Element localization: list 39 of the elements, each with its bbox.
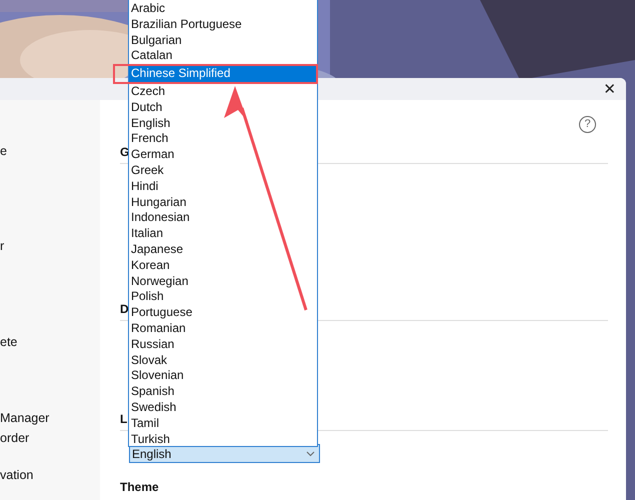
dropdown-option[interactable]: Portuguese <box>129 305 317 321</box>
dropdown-option[interactable]: Slovak <box>129 352 317 368</box>
dropdown-option[interactable]: Slovenian <box>129 368 317 384</box>
sidebar-item[interactable]: r <box>0 238 100 254</box>
dropdown-option[interactable]: Norwegian <box>129 274 317 290</box>
dropdown-option[interactable]: Italian <box>129 226 317 242</box>
dropdown-option[interactable]: Polish <box>129 289 317 306</box>
dropdown-option[interactable]: Hungarian <box>129 194 317 210</box>
dropdown-option[interactable]: Russian <box>129 336 317 353</box>
dropdown-option[interactable]: German <box>129 147 317 163</box>
chevron-icon <box>306 450 315 456</box>
section-title: L <box>120 412 128 426</box>
dropdown-option[interactable]: Dutch <box>129 100 317 116</box>
sidebar-item[interactable]: vation <box>0 467 100 483</box>
dropdown-option[interactable]: Spanish <box>129 384 317 400</box>
dropdown-option[interactable]: Czech <box>129 84 317 100</box>
dropdown-option[interactable]: Hindi <box>129 178 317 195</box>
section-title: D <box>120 302 129 316</box>
dropdown-option[interactable]: Chinese Simplified <box>129 66 317 82</box>
close-button[interactable]: ✕ <box>599 80 620 98</box>
section-title: Theme <box>120 480 160 494</box>
dropdown-option[interactable]: Arabic <box>129 1 317 17</box>
sidebar-item[interactable]: order <box>0 430 100 446</box>
dropdown-option[interactable]: Brazilian Portuguese <box>129 16 317 33</box>
dropdown-option[interactable]: Catalan <box>129 48 317 64</box>
dropdown-option[interactable]: Tamil <box>129 416 317 432</box>
dropdown-option[interactable]: Romanian <box>129 320 317 337</box>
dropdown-option[interactable]: French <box>129 131 317 148</box>
dropdown-option[interactable]: Swedish <box>129 400 317 416</box>
dropdown-option[interactable]: Japanese <box>129 242 317 258</box>
sidebar-item[interactable]: e <box>0 143 100 159</box>
dropdown-option[interactable]: Indonesian <box>129 210 317 226</box>
sidebar-item[interactable]: ete <box>0 334 100 350</box>
dropdown-option[interactable]: Greek <box>129 162 317 179</box>
sidebar-item[interactable]: Manager <box>0 410 100 426</box>
dropdown-option[interactable]: English <box>129 116 317 132</box>
dropdown-option[interactable]: Bulgarian <box>129 32 317 48</box>
dropdown-option[interactable]: Korean <box>129 258 317 274</box>
help-icon[interactable]: ? <box>579 116 596 132</box>
